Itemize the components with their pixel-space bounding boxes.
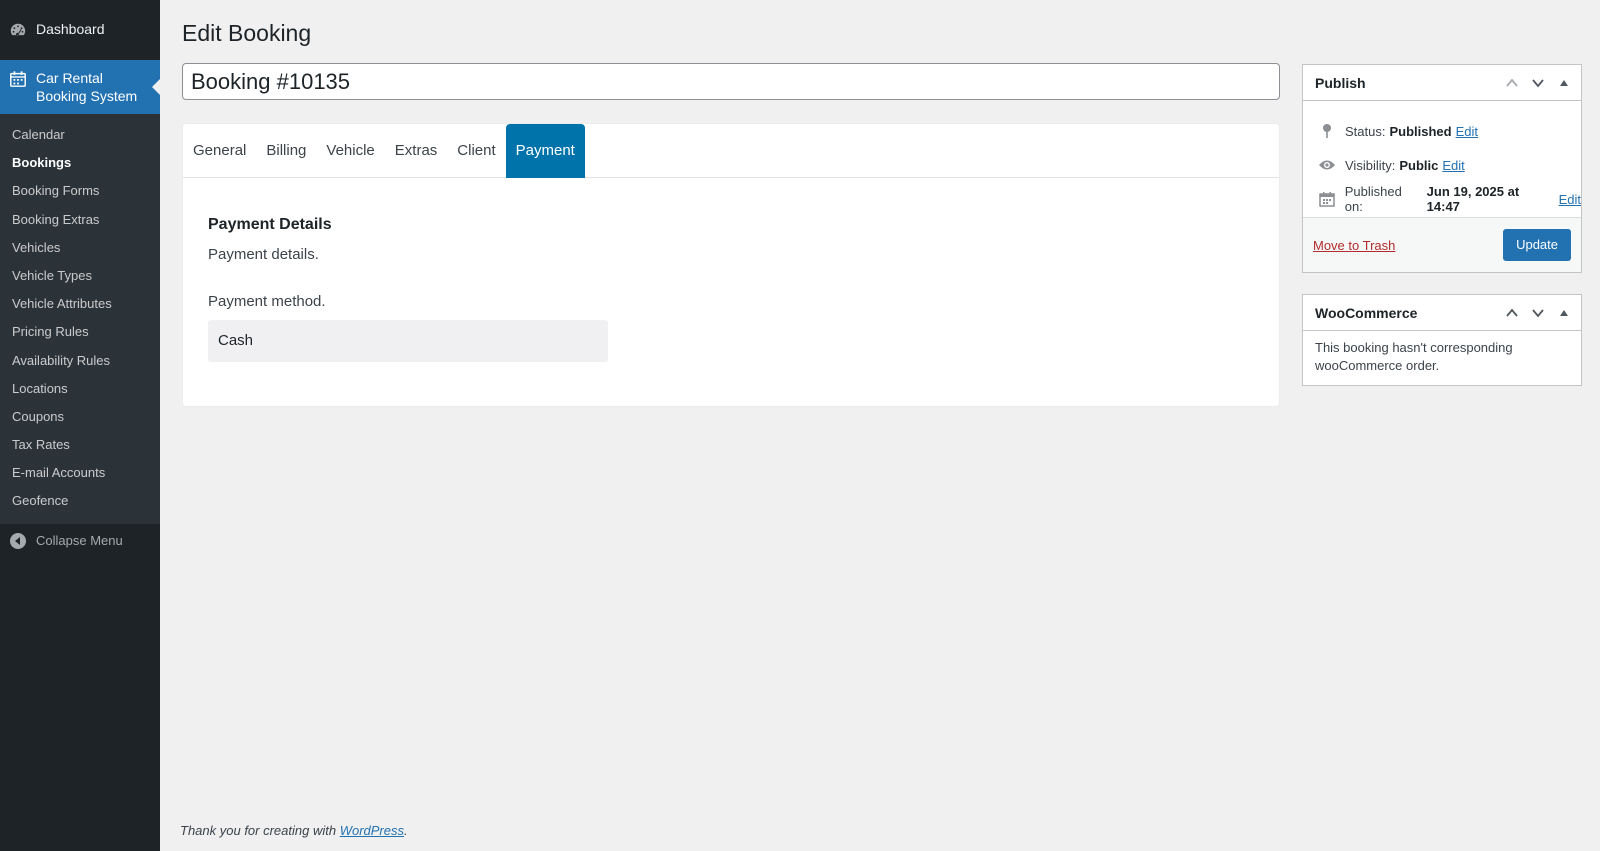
current-menu-notch xyxy=(152,79,160,95)
visibility-value: Public xyxy=(1399,157,1439,173)
submenu-item-locations[interactable]: Locations xyxy=(0,375,160,403)
submenu: Calendar Bookings Booking Forms Booking … xyxy=(0,114,160,524)
submenu-item-email-accounts[interactable]: E-mail Accounts xyxy=(0,459,160,487)
payment-details-description: Payment details. xyxy=(208,246,319,263)
tab-vehicle[interactable]: Vehicle xyxy=(316,124,384,178)
payment-method-label: Payment method. xyxy=(208,293,326,310)
menu-car-rental-booking-system[interactable]: Car Rental Booking System xyxy=(0,60,160,114)
submenu-item-geofence[interactable]: Geofence xyxy=(0,487,160,515)
toggle-panel-icon[interactable] xyxy=(1551,65,1577,101)
admin-footer: Thank you for creating with WordPress. xyxy=(180,823,408,838)
menu-car-rental-label-line1: Car Rental xyxy=(36,70,103,86)
submenu-item-vehicles[interactable]: Vehicles xyxy=(0,234,160,262)
tab-extras[interactable]: Extras xyxy=(385,124,448,178)
wordpress-link[interactable]: WordPress xyxy=(340,823,404,838)
toggle-panel-icon[interactable] xyxy=(1551,295,1577,331)
published-on-value: Jun 19, 2025 at 14:47 xyxy=(1426,184,1520,214)
page-title: Edit Booking xyxy=(182,20,312,46)
admin-sidebar: Dashboard Car Rental Booking System Cale… xyxy=(0,0,160,851)
move-up-icon[interactable] xyxy=(1499,65,1525,101)
status-label: Status: xyxy=(1345,123,1386,139)
woocommerce-box-header: WooCommerce xyxy=(1303,295,1581,331)
submenu-item-booking-extras[interactable]: Booking Extras xyxy=(0,206,160,234)
payment-details-heading: Payment Details xyxy=(208,216,332,233)
edit-visibility-link[interactable]: Edit xyxy=(1442,158,1464,173)
tab-client[interactable]: Client xyxy=(447,124,505,178)
woocommerce-box: WooCommerce This booking hasn't correspo… xyxy=(1302,294,1582,386)
submenu-item-vehicle-attributes[interactable]: Vehicle Attributes xyxy=(0,290,160,318)
tab-bar: General Billing Vehicle Extras Client Pa… xyxy=(183,124,1279,178)
submenu-item-coupons[interactable]: Coupons xyxy=(0,403,160,431)
submenu-item-bookings[interactable]: Bookings xyxy=(0,149,160,177)
dashboard-icon xyxy=(0,21,36,39)
payment-method-field[interactable]: Cash xyxy=(208,320,608,362)
eye-icon xyxy=(1315,159,1339,171)
visibility-label: Visibility: xyxy=(1345,157,1396,173)
status-value: Published xyxy=(1389,123,1452,139)
tab-billing[interactable]: Billing xyxy=(256,124,316,178)
post-title-input[interactable]: Booking #10135 xyxy=(182,63,1280,100)
visibility-row: Visibility: Public Edit xyxy=(1303,148,1581,182)
publish-major-actions: Move to Trash Update xyxy=(1303,217,1581,272)
footer-suffix: . xyxy=(404,823,408,838)
submenu-item-tax-rates[interactable]: Tax Rates xyxy=(0,431,160,459)
submenu-item-booking-forms[interactable]: Booking Forms xyxy=(0,177,160,205)
publish-box-title: Publish xyxy=(1315,74,1366,91)
submenu-item-calendar[interactable]: Calendar xyxy=(0,121,160,149)
move-up-icon[interactable] xyxy=(1499,295,1525,331)
woocommerce-message: This booking hasn't corresponding wooCom… xyxy=(1315,340,1513,373)
published-on-row: Published on: Jun 19, 2025 at 14:47 Edit xyxy=(1303,182,1581,216)
move-down-icon[interactable] xyxy=(1525,65,1551,101)
collapse-menu-button[interactable]: Collapse Menu xyxy=(0,524,160,558)
submenu-item-availability-rules[interactable]: Availability Rules xyxy=(0,347,160,375)
menu-car-rental-label-line2: Booking System xyxy=(36,88,138,104)
publish-box-header: Publish xyxy=(1303,65,1581,101)
submenu-item-pricing-rules[interactable]: Pricing Rules xyxy=(0,318,160,346)
payment-panel: Payment Details Payment details. Payment… xyxy=(183,178,1279,362)
collapse-menu-label: Collapse Menu xyxy=(36,533,123,549)
submenu-item-vehicle-types[interactable]: Vehicle Types xyxy=(0,262,160,290)
move-down-icon[interactable] xyxy=(1525,295,1551,331)
tab-general[interactable]: General xyxy=(183,124,256,178)
calendar-icon xyxy=(1315,191,1339,207)
move-to-trash-link[interactable]: Move to Trash xyxy=(1313,238,1395,253)
publish-misc-actions: Status: Published Edit Visibility: Publi… xyxy=(1303,101,1581,217)
published-on-label: Published on: xyxy=(1344,184,1402,214)
menu-car-rental-label: Car Rental Booking System xyxy=(36,69,137,105)
tab-payment[interactable]: Payment xyxy=(505,124,585,178)
menu-dashboard-label: Dashboard xyxy=(36,21,105,37)
calendar-icon xyxy=(0,69,36,88)
collapse-arrow-icon xyxy=(0,532,36,549)
footer-text: Thank you for creating with xyxy=(180,823,337,838)
menu-dashboard[interactable]: Dashboard xyxy=(0,0,160,60)
update-button[interactable]: Update xyxy=(1503,229,1571,261)
booking-tabs-box: General Billing Vehicle Extras Client Pa… xyxy=(182,123,1280,407)
publish-box: Publish Status: Published Edit Visibilit… xyxy=(1302,64,1582,273)
status-row: Status: Published Edit xyxy=(1303,114,1581,148)
edit-status-link[interactable]: Edit xyxy=(1456,124,1478,139)
edit-date-link[interactable]: Edit xyxy=(1559,192,1581,207)
woocommerce-box-title: WooCommerce xyxy=(1315,304,1418,321)
pin-icon xyxy=(1315,123,1339,139)
